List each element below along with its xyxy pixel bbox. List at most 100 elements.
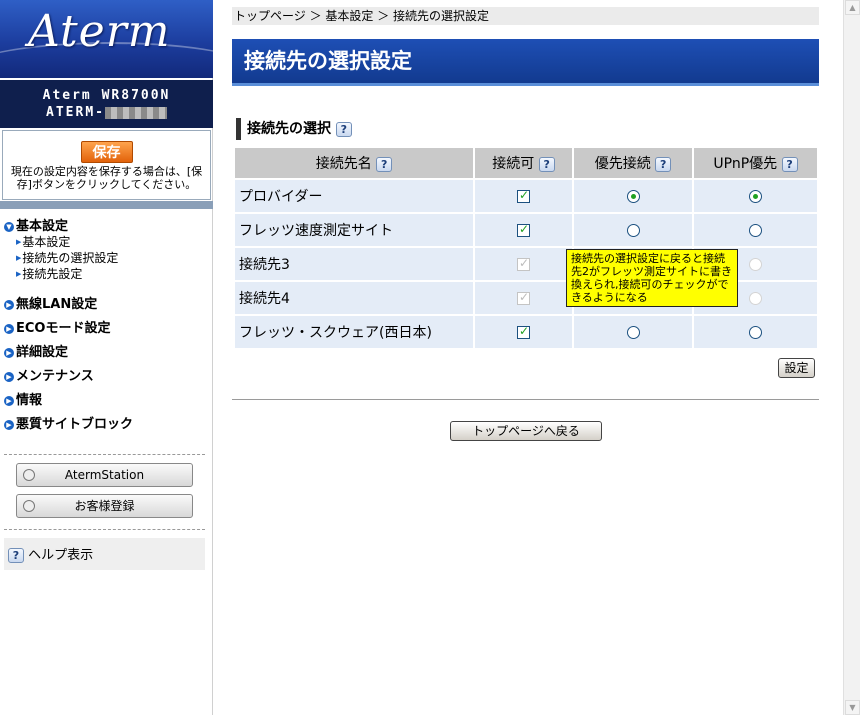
nav-wireless-lan[interactable]: ▶ 無線LAN設定 xyxy=(4,293,97,312)
nav-sub-basic[interactable]: ▶基本設定 xyxy=(16,234,118,250)
table-row: フレッツ・スクウェア(西日本) xyxy=(235,316,817,348)
set-button[interactable]: 設定 xyxy=(778,358,815,378)
col-header-priority: 優先接続 ? xyxy=(574,148,692,178)
col-header-label: UPnP優先 xyxy=(713,156,778,172)
connection-table: 接続先名 ? 接続可 ? 優先接続 ? UPnP優先 ? プロバイダーフレッツ速… xyxy=(233,146,819,350)
triangle-right-icon: ▶ xyxy=(16,254,22,262)
scroll-down-arrow-icon[interactable]: ▼ xyxy=(845,700,860,715)
upnp-radio xyxy=(749,291,762,305)
col-header-label: 優先接続 xyxy=(594,156,651,172)
upnp-radio xyxy=(749,257,762,271)
section-title: 接続先の選択 ? xyxy=(236,118,352,140)
connection-name: プロバイダー xyxy=(235,180,473,212)
upnp-radio[interactable] xyxy=(749,325,762,339)
chevron-down-icon: ▼ xyxy=(4,222,14,232)
upnp-radio[interactable] xyxy=(749,189,762,203)
nav-info[interactable]: ▶ 情報 xyxy=(4,389,42,408)
help-icon: ? xyxy=(8,548,24,563)
save-panel: 保存 現在の設定内容を保存する場合は、[保存]ボタンをクリックしてください。 xyxy=(2,130,211,200)
nav-sub-connection-select[interactable]: ▶接続先の選択設定 xyxy=(16,250,118,266)
priority-radio-cell xyxy=(574,214,692,246)
device-id-prefix: ATERM- xyxy=(46,105,105,120)
table-header-row: 接続先名 ? 接続可 ? 優先接続 ? UPnP優先 ? xyxy=(235,148,817,178)
customer-register-label: お客様登録 xyxy=(74,499,135,513)
upnp-radio-cell xyxy=(694,316,817,348)
save-description: 現在の設定内容を保存する場合は、[保存]ボタンをクリックしてください。 xyxy=(10,165,203,191)
enabled-checkbox-cell xyxy=(475,214,572,246)
nav-eco-mode[interactable]: ▶ ECOモード設定 xyxy=(4,317,110,336)
triangle-right-icon: ▶ xyxy=(16,238,22,246)
help-icon[interactable]: ? xyxy=(335,121,352,137)
nav-advanced[interactable]: ▶ 詳細設定 xyxy=(4,341,68,360)
connection-name: フレッツ・スクウェア(西日本) xyxy=(235,316,473,348)
nav-malicious-site-block[interactable]: ▶ 悪質サイトブロック xyxy=(4,413,133,432)
vertical-scrollbar[interactable]: ▲ ▼ xyxy=(843,0,860,715)
save-button[interactable]: 保存 xyxy=(80,141,133,163)
nav-label: 悪質サイトブロック xyxy=(16,417,134,432)
help-icon[interactable]: ? xyxy=(655,156,672,172)
customer-register-button[interactable]: お客様登録 xyxy=(16,494,193,518)
col-header-enabled: 接続可 ? xyxy=(475,148,572,178)
help-label: ヘルプ表示 xyxy=(28,548,94,563)
chevron-right-icon: ▶ xyxy=(4,300,14,310)
circle-icon xyxy=(23,469,35,481)
nav-basic-settings-group: ▼ 基本設定 ▶基本設定 ▶接続先の選択設定 ▶接続先設定 xyxy=(4,215,118,282)
help-link[interactable]: ? ヘルプ表示 xyxy=(4,538,205,570)
logo-text: Aterm xyxy=(28,6,171,57)
aterm-station-label: AtermStation xyxy=(64,468,145,482)
nav-sub-connection-settings[interactable]: ▶接続先設定 xyxy=(16,266,118,282)
nav-label: 無線LAN設定 xyxy=(16,297,98,312)
back-to-top-button[interactable]: トップページへ戻る xyxy=(450,421,602,441)
help-icon[interactable]: ? xyxy=(538,156,555,172)
nav-sub-label: 基本設定 xyxy=(22,235,71,249)
aterm-station-button[interactable]: AtermStation xyxy=(16,463,193,487)
nav-label: 情報 xyxy=(16,393,43,408)
upnp-radio-cell xyxy=(694,180,817,212)
sidebar: Aterm Aterm WR8700N ATERM- 保存 現在の設定内容を保存… xyxy=(0,0,213,715)
col-header-label: 接続先名 xyxy=(315,156,372,172)
chevron-right-icon: ▶ xyxy=(4,396,14,406)
nav-sub-label: 接続先設定 xyxy=(22,267,83,281)
breadcrumb: トップページ ＞ 基本設定 ＞ 接続先の選択設定 xyxy=(232,7,819,25)
aterm-logo: Aterm xyxy=(0,0,213,78)
masked-id xyxy=(104,106,167,119)
enabled-checkbox[interactable] xyxy=(517,188,530,203)
nav-basic-settings[interactable]: ▼ 基本設定 xyxy=(4,215,118,234)
divider xyxy=(4,454,205,455)
device-id: ATERM- xyxy=(0,104,213,121)
priority-radio[interactable] xyxy=(626,223,640,237)
chevron-right-icon: ▶ xyxy=(4,420,14,430)
chevron-right-icon: ▶ xyxy=(4,324,14,334)
model-name: Aterm WR8700N xyxy=(42,88,171,103)
nav-sub-label: 接続先の選択設定 xyxy=(22,251,119,265)
scroll-up-arrow-icon[interactable]: ▲ xyxy=(845,0,860,15)
enabled-checkbox[interactable] xyxy=(517,324,530,339)
connection-name: 接続先3 xyxy=(235,248,473,280)
help-icon[interactable]: ? xyxy=(781,156,798,172)
divider xyxy=(232,399,819,400)
col-header-name: 接続先名 ? xyxy=(235,148,473,178)
circle-icon xyxy=(23,500,35,512)
annotation-tooltip: 接続先の選択設定に戻ると接続先2がフレッツ測定サイトに書き換えられ,接続可のチェ… xyxy=(566,249,738,307)
enabled-checkbox xyxy=(517,256,530,271)
col-header-label: 接続可 xyxy=(492,156,535,172)
table-row: プロバイダー xyxy=(235,180,817,212)
priority-radio[interactable] xyxy=(626,325,640,339)
priority-radio[interactable] xyxy=(626,189,640,203)
triangle-right-icon: ▶ xyxy=(16,270,22,278)
connection-name: 接続先4 xyxy=(235,282,473,314)
upnp-radio[interactable] xyxy=(749,223,762,237)
model-info: Aterm WR8700N ATERM- xyxy=(0,80,213,128)
priority-radio-cell xyxy=(574,180,692,212)
page-title: 接続先の選択設定 xyxy=(232,39,819,86)
enabled-checkbox-cell xyxy=(475,316,572,348)
save-divider-bar xyxy=(0,201,213,209)
nav-label: メンテナンス xyxy=(16,369,94,384)
enabled-checkbox-cell xyxy=(475,282,572,314)
enabled-checkbox xyxy=(517,290,530,305)
nav-maintenance[interactable]: ▶ メンテナンス xyxy=(4,365,94,384)
help-icon[interactable]: ? xyxy=(376,156,393,172)
enabled-checkbox-cell xyxy=(475,248,572,280)
enabled-checkbox[interactable] xyxy=(517,222,530,237)
priority-radio-cell xyxy=(574,316,692,348)
